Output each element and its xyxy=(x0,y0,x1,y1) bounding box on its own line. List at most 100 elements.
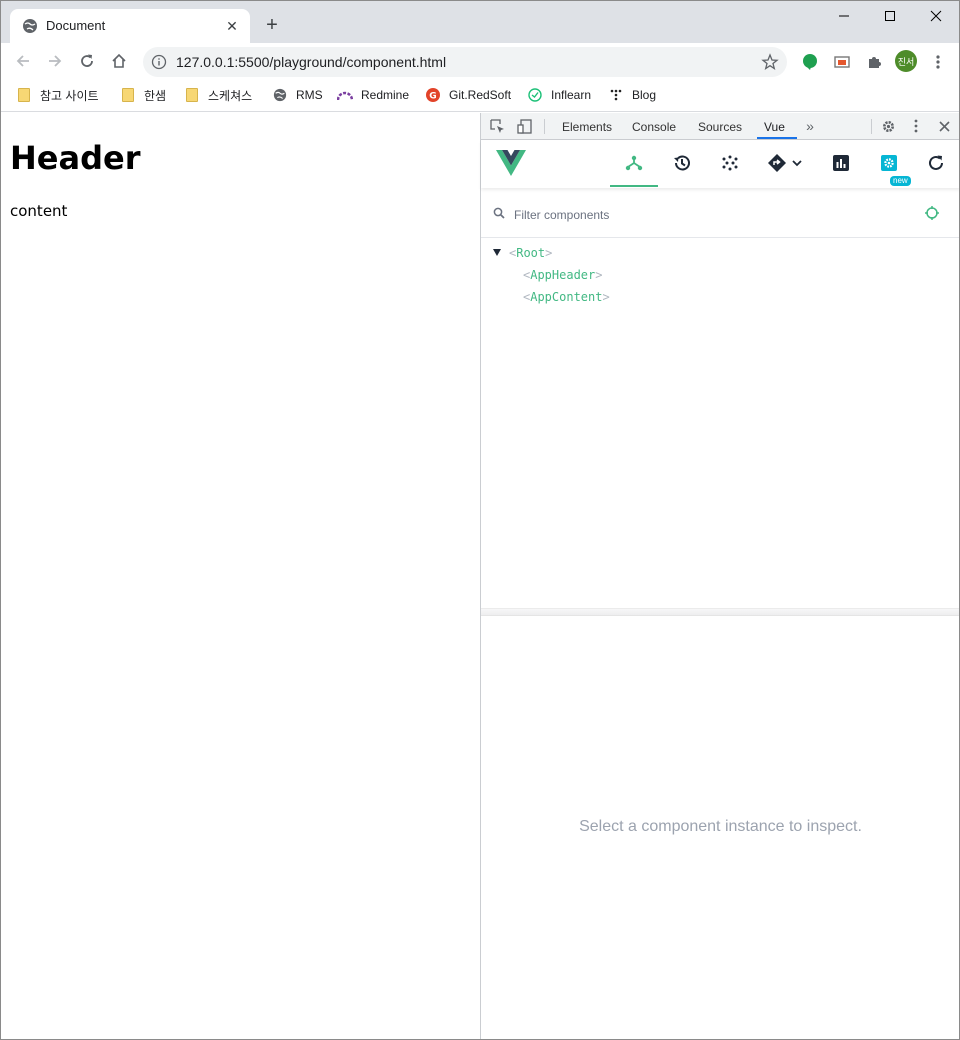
home-button[interactable] xyxy=(105,47,133,75)
tab-console[interactable]: Console xyxy=(632,120,676,134)
info-icon[interactable] xyxy=(151,54,167,70)
reload-button[interactable] xyxy=(73,47,101,75)
routes-dropdown-button[interactable] xyxy=(765,150,805,176)
redmine-icon xyxy=(337,87,353,103)
new-badge: new xyxy=(890,176,911,186)
tab-close-button[interactable]: ✕ xyxy=(222,16,242,36)
tab-title: Document xyxy=(46,18,106,33)
close-devtools-icon[interactable] xyxy=(936,118,952,134)
url-text[interactable]: 127.0.0.1:5500/playground/component.html xyxy=(176,54,446,70)
crosshair-icon[interactable] xyxy=(924,205,940,221)
page-heading: Header xyxy=(10,139,141,177)
puzzle-icon xyxy=(869,57,881,68)
browser-menu-button[interactable] xyxy=(927,51,949,73)
component-tree: <Root> <AppHeader> <AppContent> xyxy=(481,241,959,611)
search-icon xyxy=(493,207,505,219)
profile-avatar[interactable]: 진서 xyxy=(895,50,917,72)
inspect-placeholder-text: Select a component instance to inspect. xyxy=(579,818,862,835)
maximize-button[interactable] xyxy=(867,1,913,31)
folder-icon xyxy=(184,87,200,103)
bookmark-label: Git.RedSoft xyxy=(449,88,512,102)
separator xyxy=(871,119,872,134)
minimize-icon xyxy=(839,15,849,17)
dots-grid-icon xyxy=(722,155,738,171)
vue-settings-button[interactable] xyxy=(876,150,902,176)
cast-icon xyxy=(834,56,850,68)
settings-gear-icon[interactable] xyxy=(880,118,896,134)
chat-bubble-icon xyxy=(803,54,817,70)
refresh-icon xyxy=(929,155,943,170)
device-toolbar-icon[interactable] xyxy=(516,118,532,134)
close-icon xyxy=(930,10,942,22)
address-bar[interactable]: 127.0.0.1:5500/playground/component.html xyxy=(143,47,787,77)
page-viewport: Header content xyxy=(1,113,480,1039)
tab-strip: Document ✕ + xyxy=(1,1,959,43)
bookmark-item[interactable]: Inflearn xyxy=(527,86,591,104)
reload-icon xyxy=(81,54,93,67)
browser-tab[interactable]: Document ✕ xyxy=(10,9,250,43)
forward-button[interactable] xyxy=(41,47,69,75)
active-tab-indicator xyxy=(757,137,797,139)
folder-icon xyxy=(16,87,32,103)
page-content-text: content xyxy=(10,202,68,220)
settings-gear-icon xyxy=(881,155,897,171)
folder-icon xyxy=(120,87,136,103)
tab-sources[interactable]: Sources xyxy=(698,120,742,134)
filter-components-input[interactable] xyxy=(514,204,894,226)
refresh-button[interactable] xyxy=(923,150,949,176)
browser-toolbar: 127.0.0.1:5500/playground/component.html… xyxy=(1,43,959,79)
timeline-tab-button[interactable] xyxy=(669,150,695,176)
globe-icon xyxy=(272,87,288,103)
arrow-right-icon xyxy=(49,55,62,67)
bookmark-item[interactable]: 한샘 xyxy=(120,86,166,104)
chevron-down-icon xyxy=(792,160,802,167)
bookmark-item[interactable]: Blog xyxy=(608,86,656,104)
bookmark-item[interactable]: Redmine xyxy=(337,86,409,104)
globe-icon xyxy=(23,19,37,33)
performance-tab-button[interactable] xyxy=(828,150,854,176)
home-icon xyxy=(112,53,126,68)
close-window-button[interactable] xyxy=(913,1,959,31)
minimize-button[interactable] xyxy=(821,1,867,31)
bookmark-label: Inflearn xyxy=(551,88,592,102)
svg-text:G: G xyxy=(429,92,436,102)
star-icon[interactable] xyxy=(761,53,779,71)
inspect-element-icon[interactable] xyxy=(489,118,505,134)
bookmark-label: Blog xyxy=(632,88,657,102)
separator xyxy=(544,119,545,134)
extension-button[interactable] xyxy=(831,51,853,73)
pane-splitter[interactable] xyxy=(481,608,959,616)
plugins-tab-button[interactable] xyxy=(717,150,743,176)
vue-devtools-toolbar: new xyxy=(481,140,959,188)
caret-down-icon[interactable] xyxy=(493,249,501,256)
bookmark-item[interactable]: 스케쳐스 xyxy=(184,86,252,104)
maximize-icon xyxy=(885,11,895,21)
browser-window: Document ✕ + 127.0.0.1:5500/playground/c… xyxy=(0,0,960,1040)
bookmark-label: 한샘 xyxy=(144,88,167,103)
bookmark-label: RMS xyxy=(296,88,323,102)
tree-node[interactable]: <AppContent> xyxy=(523,287,610,307)
tree-node[interactable]: <AppHeader> xyxy=(523,265,603,285)
extension-button[interactable] xyxy=(799,51,821,73)
tab-elements[interactable]: Elements xyxy=(562,120,612,134)
devtools-panel: Elements Console Sources Vue » new Filte… xyxy=(480,113,959,1039)
kebab-menu-icon[interactable] xyxy=(908,118,924,134)
components-tab-button[interactable] xyxy=(621,150,647,176)
history-icon xyxy=(674,155,690,171)
bookmark-item[interactable]: 참고 사이트 xyxy=(16,86,99,104)
vue-logo-icon xyxy=(496,150,526,176)
tab-vue[interactable]: Vue xyxy=(764,120,785,134)
extensions-menu-button[interactable] xyxy=(863,51,885,73)
bookmark-item[interactable]: G Git.RedSoft xyxy=(425,86,511,104)
bookmark-item[interactable]: RMS xyxy=(272,86,323,104)
tree-node-label: <Root> xyxy=(509,246,553,260)
more-tabs-icon[interactable]: » xyxy=(802,118,818,134)
bookmark-label: 참고 사이트 xyxy=(40,88,99,103)
back-button[interactable] xyxy=(9,47,37,75)
inflearn-icon xyxy=(527,87,543,103)
tree-node-root[interactable]: <Root> xyxy=(481,243,959,263)
kebab-menu-icon xyxy=(936,55,940,69)
route-diamond-icon xyxy=(768,154,786,172)
new-tab-button[interactable]: + xyxy=(261,15,283,37)
arrow-left-icon xyxy=(16,55,29,67)
